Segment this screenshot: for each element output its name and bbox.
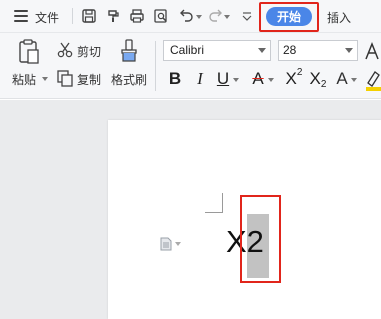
bold-button[interactable]: B xyxy=(168,68,182,90)
text-effect-dropdown-icon[interactable] xyxy=(351,78,357,82)
menu-icon[interactable] xyxy=(14,10,28,22)
menu-bar: 文件 开始 插入 xyxy=(0,0,381,33)
page-margin-marker xyxy=(205,193,223,213)
print-preview-icon[interactable] xyxy=(152,7,170,25)
selection-highlight-box xyxy=(240,195,281,283)
strikethrough-button[interactable]: A xyxy=(251,68,265,90)
cut-label[interactable]: 剪切 xyxy=(77,43,101,60)
undo-icon[interactable] xyxy=(178,7,196,25)
tab-start[interactable]: 开始 xyxy=(266,7,312,26)
text-effect-button[interactable]: A xyxy=(335,68,349,90)
paste-label[interactable]: 粘贴 xyxy=(12,71,36,88)
copy-label[interactable]: 复制 xyxy=(77,71,101,88)
subscript-base: X xyxy=(309,69,321,88)
undo-dropdown-icon[interactable] xyxy=(196,15,202,19)
highlight-icon[interactable] xyxy=(366,69,381,91)
cut-icon[interactable] xyxy=(56,41,74,59)
chevron-down-icon xyxy=(345,48,353,53)
ribbon: 粘贴 剪切 复制 格式刷 Calibri 28 B I U A X2 X2 A xyxy=(0,33,381,99)
paragraph-layout-icon[interactable] xyxy=(160,237,181,251)
font-name-value: Calibri xyxy=(170,43,205,57)
tab-insert[interactable]: 插入 xyxy=(327,9,351,26)
subscript-button[interactable]: X2 xyxy=(308,68,328,90)
underline-dropdown-icon[interactable] xyxy=(233,78,239,82)
subscript-exp: 2 xyxy=(320,78,327,90)
divider xyxy=(72,8,73,24)
format-painter-brush-icon[interactable] xyxy=(118,38,140,66)
italic-button[interactable]: I xyxy=(194,68,206,90)
paste-dropdown-icon[interactable] xyxy=(42,77,48,81)
chevron-down-icon xyxy=(258,48,266,53)
format-painter-label[interactable]: 格式刷 xyxy=(111,71,147,88)
redo-dropdown-icon[interactable] xyxy=(224,15,230,19)
redo-icon[interactable] xyxy=(206,7,224,25)
format-painter-icon[interactable] xyxy=(104,7,122,25)
font-name-select[interactable]: Calibri xyxy=(163,40,271,61)
customize-icon[interactable] xyxy=(242,10,252,22)
superscript-base: X xyxy=(285,69,297,88)
underline-button[interactable]: U xyxy=(216,68,230,90)
font-size-select[interactable]: 28 xyxy=(278,40,358,61)
divider xyxy=(155,41,156,91)
save-icon[interactable] xyxy=(80,7,98,25)
print-icon[interactable] xyxy=(128,7,146,25)
menu-file[interactable]: 文件 xyxy=(35,9,59,26)
paste-icon[interactable] xyxy=(16,38,42,66)
grow-font-icon[interactable] xyxy=(365,41,381,61)
superscript-exp: 2 xyxy=(296,66,303,78)
superscript-button[interactable]: X2 xyxy=(284,66,304,90)
strikethrough-dropdown-icon[interactable] xyxy=(268,78,274,82)
copy-icon[interactable] xyxy=(56,69,74,87)
font-size-value: 28 xyxy=(283,43,297,57)
